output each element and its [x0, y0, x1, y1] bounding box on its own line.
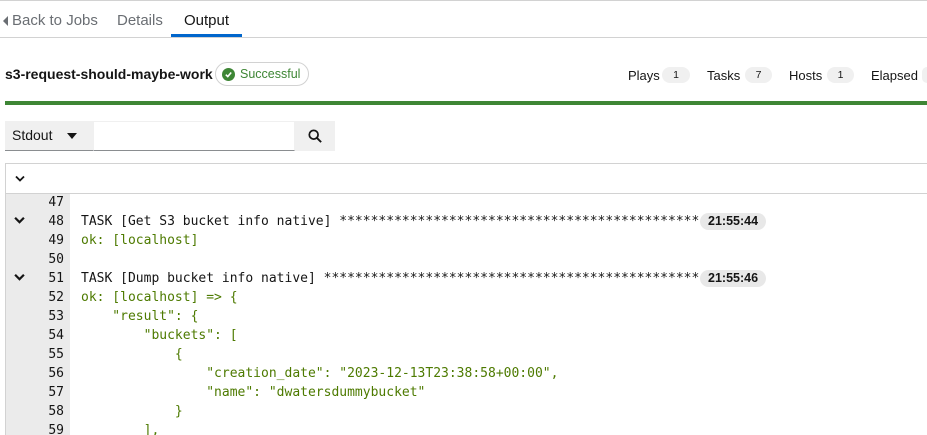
stat-hosts-label: Hosts [789, 68, 823, 83]
search-input[interactable] [93, 121, 295, 151]
output-line: 47 [6, 193, 927, 212]
search-icon [308, 128, 322, 143]
output-line: 50 [6, 250, 927, 269]
line-text: { [81, 347, 183, 362]
tab-output-label: Output [183, 12, 230, 29]
stat-tasks-count: 7 [745, 67, 772, 83]
caret-left-icon [3, 16, 8, 26]
caret-down-icon [67, 133, 77, 139]
tab-bar: Back to Jobs Details Output [0, 4, 927, 38]
timestamp-badge: 21:55:46 [700, 270, 767, 287]
line-text: TASK [Dump bucket info native] *********… [81, 271, 700, 286]
output-line: 57 "name": "dwatersdummybucket" [6, 383, 927, 402]
output-line: 51 TASK [Dump bucket info native] *******… [6, 269, 927, 288]
line-number: 47 [48, 195, 64, 210]
line-number: 50 [48, 252, 64, 267]
output-line: 58 } [6, 402, 927, 421]
tab-back-label: Back to Jobs [12, 12, 98, 29]
line-number: 54 [48, 328, 64, 343]
job-output-panel: 47 48 TASK [Get S3 bucket info native] ***… [5, 163, 927, 435]
output-line: 52 ok: [localhost] => { [6, 288, 927, 307]
line-number: 52 [48, 290, 64, 305]
line-text: "creation_date": "2023-12-13T23:38:58+00… [81, 366, 559, 381]
line-number: 55 [48, 347, 64, 362]
stat-plays-label: Plays [628, 68, 660, 83]
stdout-filter-select[interactable]: Stdout [5, 121, 93, 151]
line-number: 51 [48, 271, 64, 286]
stat-hosts-count: 1 [827, 67, 854, 83]
line-number: 48 [48, 214, 64, 229]
line-text: "result": { [81, 309, 199, 324]
status-label: Successful [240, 67, 301, 81]
tab-output[interactable]: Output [171, 4, 242, 37]
job-title: s3-request-should-maybe-work [5, 66, 213, 82]
line-number: 59 [48, 423, 64, 435]
output-toolbar [6, 164, 927, 194]
output-line: 54 "buckets": [ [6, 326, 927, 345]
check-circle-icon [222, 67, 235, 81]
line-text: "buckets": [ [81, 328, 238, 343]
line-text: ok: [localhost] [81, 233, 199, 248]
stat-plays-count: 1 [662, 67, 690, 83]
tab-details[interactable]: Details [117, 4, 163, 37]
line-text: ], [81, 423, 160, 435]
stat-tasks-label: Tasks [707, 68, 741, 83]
output-line: 49 ok: [localhost] [6, 231, 927, 250]
line-number: 56 [48, 366, 64, 381]
timestamp-badge: 21:55:44 [700, 213, 767, 230]
line-number: 53 [48, 309, 64, 324]
job-progress-bar [5, 101, 927, 105]
tab-back-to-jobs[interactable]: Back to Jobs [3, 4, 98, 37]
line-number: 58 [48, 404, 64, 419]
line-text: TASK [Get S3 bucket info native] *******… [81, 214, 700, 229]
tab-details-label: Details [117, 12, 163, 29]
line-number: 49 [48, 233, 64, 248]
status-badge: Successful [215, 62, 310, 86]
chevron-down-icon[interactable] [15, 175, 25, 183]
line-text: } [81, 404, 183, 419]
output-line: 48 TASK [Get S3 bucket info native] *****… [6, 212, 927, 231]
search-button[interactable] [295, 121, 335, 151]
output-line: 56 "creation_date": "2023-12-13T23:38:58… [6, 364, 927, 383]
line-text: ok: [localhost] => { [81, 290, 238, 305]
output-line: 53 "result": { [6, 307, 927, 326]
stat-elapsed-label: Elapsed [871, 68, 918, 83]
output-line: 59 ], [6, 421, 927, 435]
stat-elapsed-value [922, 67, 927, 83]
line-text: "name": "dwatersdummybucket" [81, 385, 426, 400]
line-number: 57 [48, 385, 64, 400]
filter-selected-label: Stdout [12, 127, 53, 143]
output-line: 55 { [6, 345, 927, 364]
